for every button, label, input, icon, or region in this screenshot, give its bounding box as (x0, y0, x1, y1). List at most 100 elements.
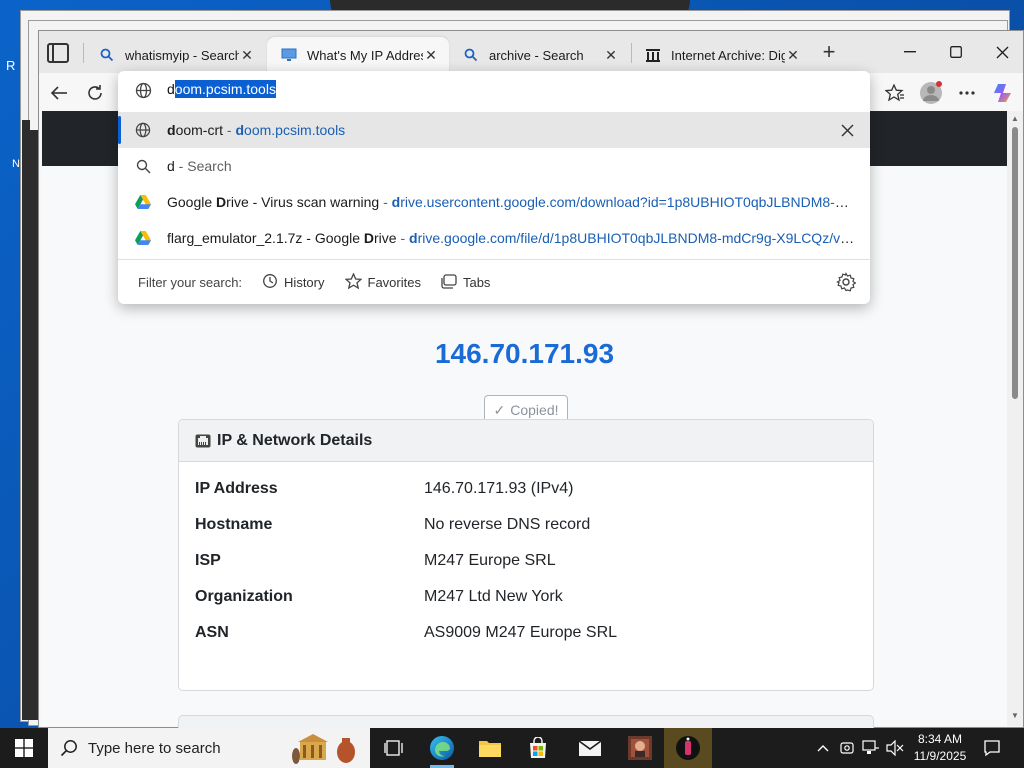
taskbar-app-icon[interactable] (664, 728, 712, 768)
remove-suggestion-icon[interactable] (838, 121, 856, 139)
background-window-edge (30, 130, 38, 720)
taskbar-store-icon[interactable] (514, 728, 562, 768)
filter-favorites-label: Favorites (367, 275, 421, 290)
suggestion-doom-crt[interactable]: doom-crt - doom.pcsim.tools (118, 112, 870, 148)
detail-value: AS9009 M247 Europe SRL (424, 624, 618, 641)
suggestion-title: oom-crt (175, 122, 224, 138)
detail-label: ISP (195, 552, 221, 569)
gear-icon[interactable] (836, 272, 857, 292)
close-window-button[interactable] (979, 39, 1024, 65)
tray-app-icon[interactable] (836, 728, 858, 768)
search-icon (99, 47, 115, 63)
background-window-edge (22, 120, 30, 720)
address-bar[interactable]: doom.pcsim.tools (118, 71, 870, 111)
tab-bar: whatismyip - Search ✕ What's My IP Addre… (39, 31, 1023, 73)
close-icon[interactable]: ✕ (239, 47, 255, 63)
taskbar-file-explorer-icon[interactable] (466, 728, 514, 768)
copilot-icon[interactable] (992, 81, 1016, 105)
typed-text: d (167, 81, 175, 97)
minimize-button[interactable] (887, 39, 933, 65)
suggestion-flarg-emulator[interactable]: flarg_emulator_2.1.7z - Google Drive - d… (118, 220, 870, 256)
back-button[interactable] (47, 81, 71, 105)
suggestion-separator: - (379, 194, 392, 210)
globe-icon (135, 122, 151, 138)
taskbar-search-box[interactable]: Type here to search (48, 728, 370, 768)
scrollbar-thumb[interactable] (1012, 127, 1018, 399)
suggestion-google-drive-virus-scan[interactable]: Google Drive - Virus scan warning - driv… (118, 184, 870, 220)
tab-label: whatismyip - Search (125, 47, 239, 63)
suggestion-separator: - (396, 230, 410, 246)
clock-time: 8:34 AM (917, 732, 963, 746)
profile-avatar[interactable] (919, 81, 943, 105)
suggestion-action: Search (187, 158, 232, 174)
page-scrollbar[interactable]: ▲ ▼ (1007, 111, 1023, 726)
suggestion-title: flarg_emulator_2.1.7z - Google (167, 230, 364, 246)
filter-history-label: History (284, 275, 325, 290)
maximize-button[interactable] (933, 39, 979, 65)
tab-actions-icon[interactable] (47, 43, 69, 63)
desktop-icon-label: R (6, 58, 16, 73)
copy-button-label: Copied! (510, 402, 559, 418)
search-icon (463, 47, 479, 63)
suggestion-url: rive.usercontent.google.com/download?id=… (400, 194, 857, 210)
detail-value: M247 Europe SRL (424, 552, 556, 569)
filter-history-button[interactable]: History (262, 273, 325, 292)
tab-label: archive - Search (489, 47, 584, 63)
detail-label: Hostname (195, 516, 273, 533)
clock-date: 11/9/2025 (913, 749, 967, 763)
task-view-button[interactable] (370, 728, 418, 768)
card-title: IP & Network Details (217, 431, 373, 449)
taskbar-mail-icon[interactable] (566, 728, 614, 768)
search-icon (60, 739, 78, 760)
ip-network-details-card: IP & Network Details IP Address 146.70.1… (178, 419, 874, 691)
suggestion-url: rive.google.com/file/d/1p8UBHIOT0qbJLBND… (417, 230, 857, 246)
tab-whatismyip-search[interactable]: whatismyip - Search ✕ (85, 37, 265, 73)
filter-tabs-label: Tabs (462, 275, 491, 290)
close-icon[interactable]: ✕ (423, 47, 439, 63)
desktop-icon-label: N (12, 158, 20, 170)
taskbar-edge-icon[interactable] (418, 728, 466, 768)
network-icon[interactable] (860, 728, 882, 768)
suggestion-title: Google (167, 194, 217, 210)
address-bar-text[interactable]: doom.pcsim.tools (167, 80, 276, 98)
suggestion-url-match: d (391, 194, 401, 210)
tab-label: Internet Archive: Digital (671, 47, 785, 63)
close-icon[interactable]: ✕ (785, 47, 801, 63)
suggestion-match: d (167, 122, 176, 138)
ip-address-display: 146.70.171.93 (434, 338, 615, 369)
show-hidden-icons-chevron-icon[interactable] (812, 728, 834, 768)
suggestion-url: oom.pcsim.tools (244, 122, 346, 138)
search-highlight-icon (292, 732, 364, 768)
scroll-up-arrow-icon[interactable]: ▲ (1010, 114, 1020, 124)
volume-muted-icon[interactable] (884, 728, 906, 768)
taskbar-clock[interactable]: 8:34 AM 11/9/2025 (905, 731, 975, 765)
tab-internet-archive[interactable]: Internet Archive: Digital ✕ (631, 37, 811, 73)
taskbar-game-app-icon[interactable] (616, 728, 664, 768)
more-options-icon[interactable] (955, 81, 979, 105)
notification-center-icon[interactable] (978, 728, 1006, 768)
monitor-icon (281, 47, 297, 63)
filter-search-row: Filter your search: History Favorites Ta… (138, 272, 491, 292)
card-header: IP & Network Details (179, 420, 873, 462)
start-button[interactable] (0, 728, 48, 768)
refresh-button[interactable] (83, 81, 107, 105)
tab-divider (83, 43, 84, 63)
detail-label: IP Address (195, 480, 278, 497)
address-bar-dropdown: doom.pcsim.tools doom-crt - doom.pcsim.t… (118, 71, 870, 304)
filter-tabs-button[interactable]: Tabs (441, 273, 491, 292)
suggestion-search[interactable]: d - Search (118, 148, 870, 184)
archive-icon (645, 47, 661, 63)
tabs-icon (441, 273, 457, 292)
close-icon[interactable]: ✕ (603, 47, 619, 63)
tab-archive-search[interactable]: archive - Search ✕ (449, 37, 629, 73)
favorites-star-icon[interactable] (883, 81, 907, 105)
dropdown-divider (118, 259, 870, 260)
suggestion-query: d (167, 158, 175, 174)
scroll-down-arrow-icon[interactable]: ▼ (1010, 711, 1020, 721)
google-drive-icon (135, 194, 151, 210)
filter-favorites-button[interactable]: Favorites (343, 272, 421, 292)
suggestion-url-match: d (235, 122, 245, 138)
tab-whats-my-ip[interactable]: What's My IP Address? ✕ (267, 37, 449, 73)
globe-icon (135, 82, 152, 102)
new-tab-button[interactable]: + (817, 41, 841, 65)
